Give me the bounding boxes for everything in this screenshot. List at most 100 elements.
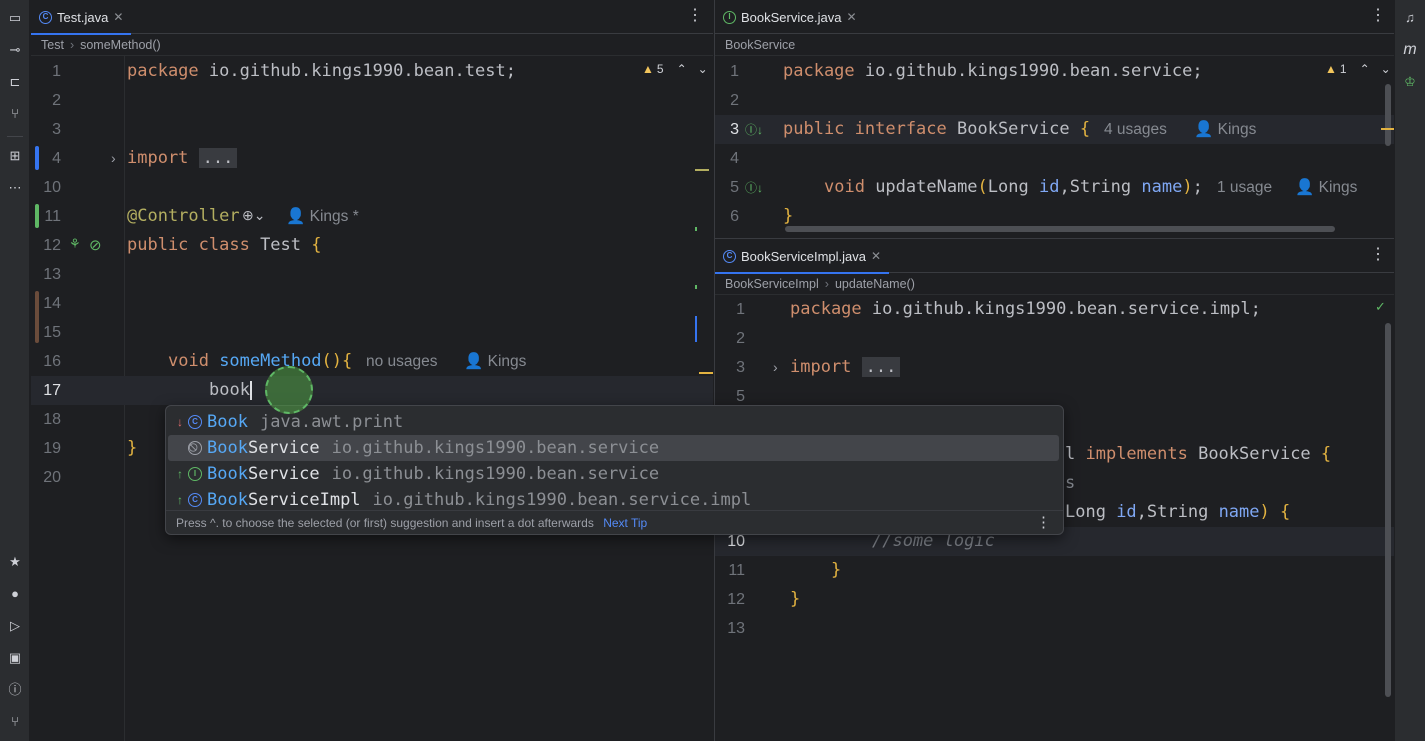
plugin-icon[interactable]: ⊏ [5, 72, 25, 92]
ai-assistant-icon[interactable]: ♔ [1400, 72, 1420, 92]
code-text[interactable]: import ... [127, 144, 238, 173]
breadcrumb-item[interactable]: someMethod() [80, 38, 161, 52]
git-icon[interactable]: ⑂ [5, 712, 25, 732]
fold-chevron-icon[interactable]: › [111, 144, 116, 173]
maven-icon[interactable]: m [1400, 40, 1420, 60]
code-text[interactable]: void someMethod(){ [168, 347, 352, 376]
breadcrumb: BookService [715, 34, 1394, 56]
completion-item-selected[interactable]: ⃠ BookService io.github.kings1990.bean.s… [168, 435, 1059, 461]
fold-chevron-icon[interactable]: › [773, 353, 778, 382]
line-number: 16 [43, 353, 61, 370]
usages-hint[interactable]: 1 usage [1217, 173, 1272, 202]
code-text[interactable]: package io.github.kings1990.bean.service… [783, 57, 1203, 86]
code-text[interactable]: package io.github.kings1990.bean.test; [127, 57, 516, 86]
tab-bookserviceimpl-java[interactable]: C BookServiceImpl.java ✕ [715, 239, 890, 274]
code-text[interactable]: } [790, 585, 800, 614]
code-text[interactable]: } [127, 434, 137, 463]
author-hint[interactable]: 👤 Kings [464, 347, 526, 376]
tab-options-kebab-icon[interactable]: ⋮ [1370, 247, 1386, 263]
next-tip-link[interactable]: Next Tip [603, 516, 647, 530]
author-hint[interactable]: 👤 Kings * [286, 202, 359, 231]
code-line-current: 17 book [31, 376, 713, 405]
completion-item[interactable]: ↑ I Book Service io.github.kings1990.bean… [168, 461, 1059, 487]
implemented-by-icon[interactable]: Ⓘ↓ [745, 121, 763, 138]
completion-match: Book [207, 490, 248, 510]
stripe-mark [695, 227, 697, 231]
line-number: 5 [730, 179, 739, 196]
class-c-icon: C [39, 10, 52, 24]
usages-hint[interactable]: 4 usages [1104, 115, 1167, 144]
completion-item[interactable]: ↓ C Book java.awt.print [168, 409, 1059, 435]
code-text[interactable]: package io.github.kings1990.bean.service… [790, 295, 1261, 324]
class-c-icon: C [723, 249, 736, 263]
code-text[interactable]: public class Test { [127, 231, 322, 260]
line-number: 10 [43, 179, 61, 196]
stripe-mark [695, 169, 709, 171]
code-text[interactable]: l implements BookService { [1065, 440, 1331, 469]
code-text[interactable]: Long id,String name) { [1065, 498, 1290, 527]
structure-icon[interactable]: ⊞ [5, 146, 25, 166]
implemented-by-icon[interactable]: Ⓘ↓ [745, 179, 763, 196]
tab-test-java[interactable]: C Test.java ✕ [31, 0, 132, 35]
gradle-icon[interactable]: ● [5, 584, 25, 604]
terminal-icon[interactable]: ▣ [5, 648, 25, 668]
commit-icon[interactable]: ⊸ [5, 40, 25, 60]
tab-options-kebab-icon[interactable]: ⋮ [687, 8, 703, 24]
code-text[interactable]: public interface BookService { [783, 115, 1090, 144]
line-number: 4 [730, 150, 739, 167]
close-icon[interactable]: ✕ [846, 10, 856, 24]
click-indicator [265, 366, 313, 414]
code-text[interactable]: import ... [790, 353, 901, 382]
author-hint[interactable]: 👤 Kings [1295, 173, 1357, 202]
line-number: 2 [52, 92, 61, 109]
spring-bean-icon[interactable]: ⚘ [69, 236, 81, 252]
close-icon[interactable]: ✕ [871, 249, 881, 263]
problems-icon[interactable]: ⓘ [5, 680, 25, 700]
no-entry-icon[interactable]: ⊘ [89, 236, 102, 254]
line-number: 1 [730, 63, 739, 80]
code-text[interactable]: } [831, 556, 841, 585]
line-number: 18 [43, 411, 61, 428]
line-number: 14 [43, 295, 61, 312]
vertical-scrollbar[interactable] [1385, 84, 1391, 146]
breadcrumb-item[interactable]: BookService [725, 38, 795, 52]
project-folder-icon[interactable]: ▭ [5, 8, 25, 28]
completion-match: Book [207, 438, 248, 458]
code-text[interactable]: void updateName(Long id,String name); [824, 173, 1203, 202]
stripe-mark [1381, 128, 1394, 130]
completion-package: io.github.kings1990.bean.service [331, 438, 660, 458]
pull-requests-icon[interactable]: ⑂ [5, 104, 25, 124]
top-right-tabbar: I BookService.java ✕ ⋮ [715, 0, 1394, 34]
tab-label: BookService.java [741, 9, 842, 25]
tab-options-kebab-icon[interactable]: ⋮ [1370, 8, 1386, 24]
code-text[interactable]: @Controller [127, 202, 240, 231]
tab-bookservice-java[interactable]: I BookService.java ✕ [715, 0, 865, 34]
notifications-bell-icon[interactable]: ♫ [1400, 8, 1420, 28]
breadcrumb-item[interactable]: BookServiceImpl [725, 277, 819, 291]
strip-divider [7, 136, 23, 137]
code-line-current: 3 Ⓘ↓ public interface BookService { 4 us… [715, 115, 1394, 144]
code-line: 12 } [715, 585, 1394, 614]
breadcrumb-item[interactable]: Test [41, 38, 64, 52]
code-line: 2 [715, 324, 1394, 353]
run-services-icon[interactable]: ▷ [5, 616, 25, 636]
line-number: 12 [727, 591, 745, 608]
line-number: 20 [43, 469, 61, 486]
more-icon[interactable]: ⋯ [5, 178, 25, 198]
vertical-scrollbar[interactable] [1385, 323, 1391, 697]
code-text[interactable]: book [209, 376, 252, 405]
horizontal-scrollbar[interactable] [785, 226, 1335, 232]
line-number: 2 [736, 330, 745, 347]
popup-options-kebab-icon[interactable]: ⋮ [1036, 511, 1051, 534]
web-globe-icon[interactable]: ⊕⌄ [242, 207, 265, 224]
line-number: 3 [52, 121, 61, 138]
completion-package: io.github.kings1990.bean.service [331, 464, 660, 484]
breadcrumb-item[interactable]: updateName() [835, 277, 915, 291]
usages-hint[interactable]: no usages [366, 347, 438, 376]
bookmarks-star-icon[interactable]: ★ [5, 552, 25, 572]
author-hint[interactable]: 👤 Kings [1194, 115, 1256, 144]
code-line: 14 [31, 289, 713, 318]
completion-tip-text: Press ^. to choose the selected (or firs… [176, 516, 594, 530]
close-icon[interactable]: ✕ [113, 10, 123, 24]
sort-arrow-icon: ↑ [177, 467, 183, 481]
